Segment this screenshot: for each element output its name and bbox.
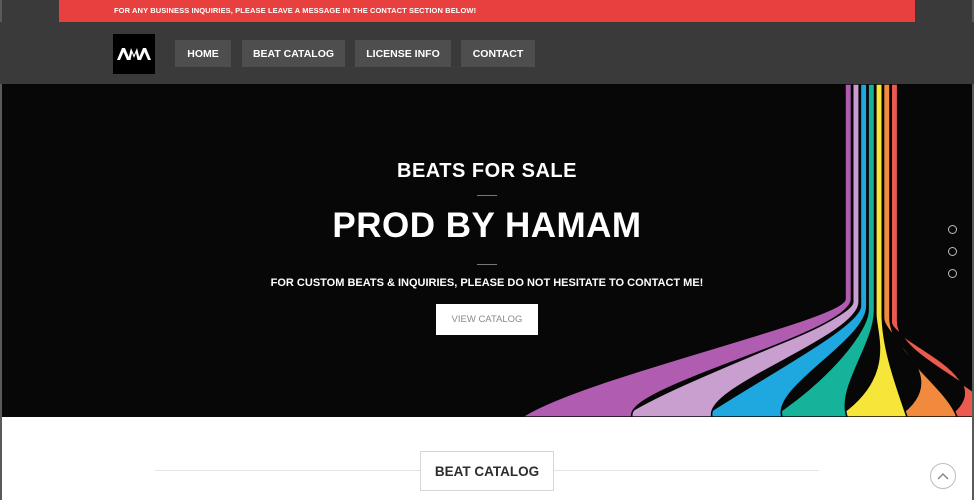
announcement-bar: FOR ANY BUSINESS INQUIRIES, PLEASE LEAVE… [59,0,915,22]
hero-slider: BEATS FOR SALE PROD BY HAMAM FOR CUSTOM … [2,84,972,417]
scroll-to-top-button[interactable] [930,463,956,489]
hero-eyebrow: BEATS FOR SALE [397,160,577,182]
slide-dot-2[interactable] [948,247,957,256]
slide-dot-1[interactable] [948,225,957,234]
section-title: BEAT CATALOG [420,451,554,491]
slide-dot-3[interactable] [948,269,957,278]
nav-home[interactable]: HOME [175,40,231,67]
hero-divider-bottom [477,264,497,265]
nav-license-info[interactable]: LICENSE INFO [355,40,451,67]
rainbow-stripe [890,84,972,417]
site-logo[interactable] [113,34,155,74]
site-header: HOME BEAT CATALOG LICENSE INFO CONTACT [0,22,974,84]
nav-beat-catalog[interactable]: BEAT CATALOG [242,40,345,67]
hero-subtitle: FOR CUSTOM BEATS & INQUIRIES, PLEASE DO … [270,277,704,289]
ama-logo-icon [117,48,151,60]
rainbow-stripes-graphic [520,84,972,417]
hero-divider-top [477,195,497,196]
hero-title: PROD BY HAMAM [332,206,642,245]
chevron-up-icon [937,472,949,480]
catalog-section: BEAT CATALOG [2,417,972,500]
view-catalog-button[interactable]: VIEW CATALOG [436,304,538,335]
nav-contact[interactable]: CONTACT [461,40,535,67]
